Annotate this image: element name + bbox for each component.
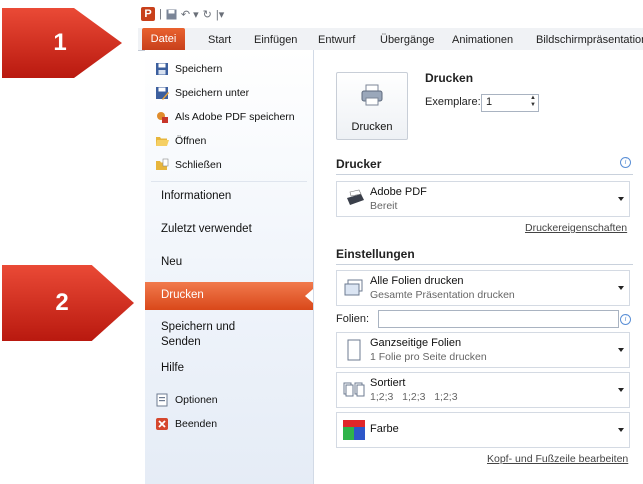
chevron-down-icon — [618, 286, 624, 290]
nav-separator — [151, 181, 307, 182]
spinner-arrows-icon[interactable]: ▲ ▼ — [530, 95, 536, 109]
slides-range-sub: Gesamte Präsentation drucken — [370, 289, 515, 301]
nav-open-label: Öffnen — [175, 135, 207, 147]
copies-spinner[interactable]: 1 ▲ ▼ — [481, 94, 539, 112]
chevron-down-icon — [618, 388, 624, 392]
selected-notch — [305, 289, 313, 303]
slides-field-label: Folien: — [336, 313, 370, 325]
nav-save[interactable]: Speichern — [155, 61, 222, 77]
settings-divider — [336, 264, 633, 265]
nav-drucken-label: Drucken — [161, 289, 204, 301]
copies-label: Exemplare: — [425, 96, 481, 108]
color-icon — [343, 420, 365, 440]
callout-2-label: 2 — [55, 289, 69, 316]
nav-zuletzt-verwendet[interactable]: Zuletzt verwendet — [161, 223, 252, 235]
printer-icon — [361, 84, 383, 106]
chevron-down-icon — [618, 197, 624, 201]
callout-2: 2 — [2, 265, 134, 341]
slides-info-icon[interactable]: i — [620, 314, 631, 325]
slides-range-dropdown[interactable]: Alle Folien drucken Gesamte Präsentation… — [336, 270, 630, 306]
printer-status: Bereit — [370, 200, 398, 212]
layout-dropdown[interactable]: Ganzseitige Folien 1 Folie pro Seite dru… — [336, 332, 630, 368]
nav-options[interactable]: Optionen — [155, 392, 218, 408]
tab-entwurf[interactable]: Entwurf — [318, 34, 355, 46]
pdf-icon — [157, 112, 168, 123]
nav-neu[interactable]: Neu — [161, 256, 182, 268]
copies-value: 1 — [486, 96, 493, 108]
header-footer-link[interactable]: Kopf- und Fußzeile bearbeiten — [487, 453, 628, 465]
nav-options-label: Optionen — [175, 394, 218, 406]
separator-icon: | — [159, 8, 162, 20]
tab-einfuegen[interactable]: Einfügen — [254, 34, 297, 46]
save-icon — [156, 63, 168, 75]
slides-icon — [344, 279, 363, 296]
customize-toolbar-icon[interactable]: |▾ — [216, 8, 224, 21]
nav-close[interactable]: Schließen — [155, 157, 222, 173]
save-icon[interactable] — [166, 9, 177, 20]
printer-properties-link[interactable]: Druckereigenschaften — [525, 222, 627, 234]
slides-range-main: Alle Folien drucken — [370, 275, 464, 287]
options-icon — [156, 393, 168, 407]
layout-main: Ganzseitige Folien — [370, 337, 462, 349]
color-main: Farbe — [370, 423, 399, 435]
callout-1: 1 — [2, 8, 122, 78]
tab-datei[interactable]: Datei — [142, 28, 185, 50]
ribbon-tab-bar: Datei Start Einfügen Entwurf Übergänge A… — [138, 28, 643, 51]
nav-drucken[interactable]: Drucken — [145, 282, 313, 310]
full-page-slide-icon — [347, 339, 361, 361]
nav-speichern-und-senden[interactable]: Speichern und Senden — [161, 320, 235, 350]
nav-save-as-label: Speichern unter — [175, 87, 250, 99]
print-button-label: Drucken — [351, 121, 393, 133]
collate-sub: 1;2;3 1;2;3 1;2;3 — [370, 391, 458, 403]
chevron-down-icon — [618, 428, 624, 432]
tab-bildschirmpraesentation[interactable]: Bildschirmpräsentation — [536, 34, 643, 46]
nav-hilfe[interactable]: Hilfe — [161, 362, 184, 374]
powerpoint-logo: P — [141, 7, 155, 21]
chevron-down-icon — [618, 348, 624, 352]
backstage-nav: Speichern Speichern unter Als Adobe PDF … — [145, 50, 314, 484]
nav-save-pdf-label: Als Adobe PDF speichern — [175, 111, 295, 123]
nav-close-label: Schließen — [175, 159, 222, 171]
tab-uebergaenge[interactable]: Übergänge — [380, 34, 434, 46]
printer-section-title: Drucker — [336, 157, 382, 171]
printer-name: Adobe PDF — [370, 186, 427, 198]
slides-field-input[interactable] — [378, 310, 619, 328]
pdf-printer-icon — [347, 189, 364, 205]
nav-save-pdf[interactable]: Als Adobe PDF speichern — [155, 109, 295, 125]
nav-save-label: Speichern — [175, 63, 223, 75]
print-button[interactable]: Drucken — [336, 72, 408, 140]
tab-animationen[interactable]: Animationen — [452, 34, 513, 46]
collated-icon — [343, 382, 365, 397]
nav-save-as[interactable]: Speichern unter — [155, 85, 249, 101]
open-folder-icon — [156, 137, 169, 146]
nav-exit-label: Beenden — [175, 418, 218, 430]
printer-divider — [336, 174, 633, 175]
nav-open[interactable]: Öffnen — [155, 133, 206, 149]
print-title: Drucken — [425, 71, 474, 85]
color-dropdown[interactable]: Farbe — [336, 412, 630, 448]
printer-info-icon[interactable]: i — [620, 157, 631, 168]
layout-sub: 1 Folie pro Seite drucken — [370, 351, 487, 363]
close-file-icon — [156, 158, 169, 170]
quick-access-toolbar: P | ↶ ▾ ↻ |▾ — [141, 6, 224, 22]
print-pane: Drucken Drucken Exemplare: 1 ▲ ▼ Drucker … — [314, 50, 643, 484]
tab-start[interactable]: Start — [208, 34, 231, 46]
printer-dropdown[interactable]: Adobe PDF Bereit — [336, 181, 630, 217]
nav-exit[interactable]: Beenden — [155, 416, 217, 432]
settings-section-title: Einstellungen — [336, 247, 415, 261]
save-as-icon — [156, 87, 169, 100]
undo-icon[interactable]: ↶ ▾ — [181, 8, 199, 21]
redo-icon[interactable]: ↻ — [203, 8, 212, 21]
collate-dropdown[interactable]: Sortiert 1;2;3 1;2;3 1;2;3 — [336, 372, 630, 408]
callout-1-label: 1 — [53, 29, 67, 56]
collate-main: Sortiert — [370, 377, 406, 389]
nav-informationen[interactable]: Informationen — [161, 190, 231, 202]
exit-icon — [156, 418, 168, 430]
